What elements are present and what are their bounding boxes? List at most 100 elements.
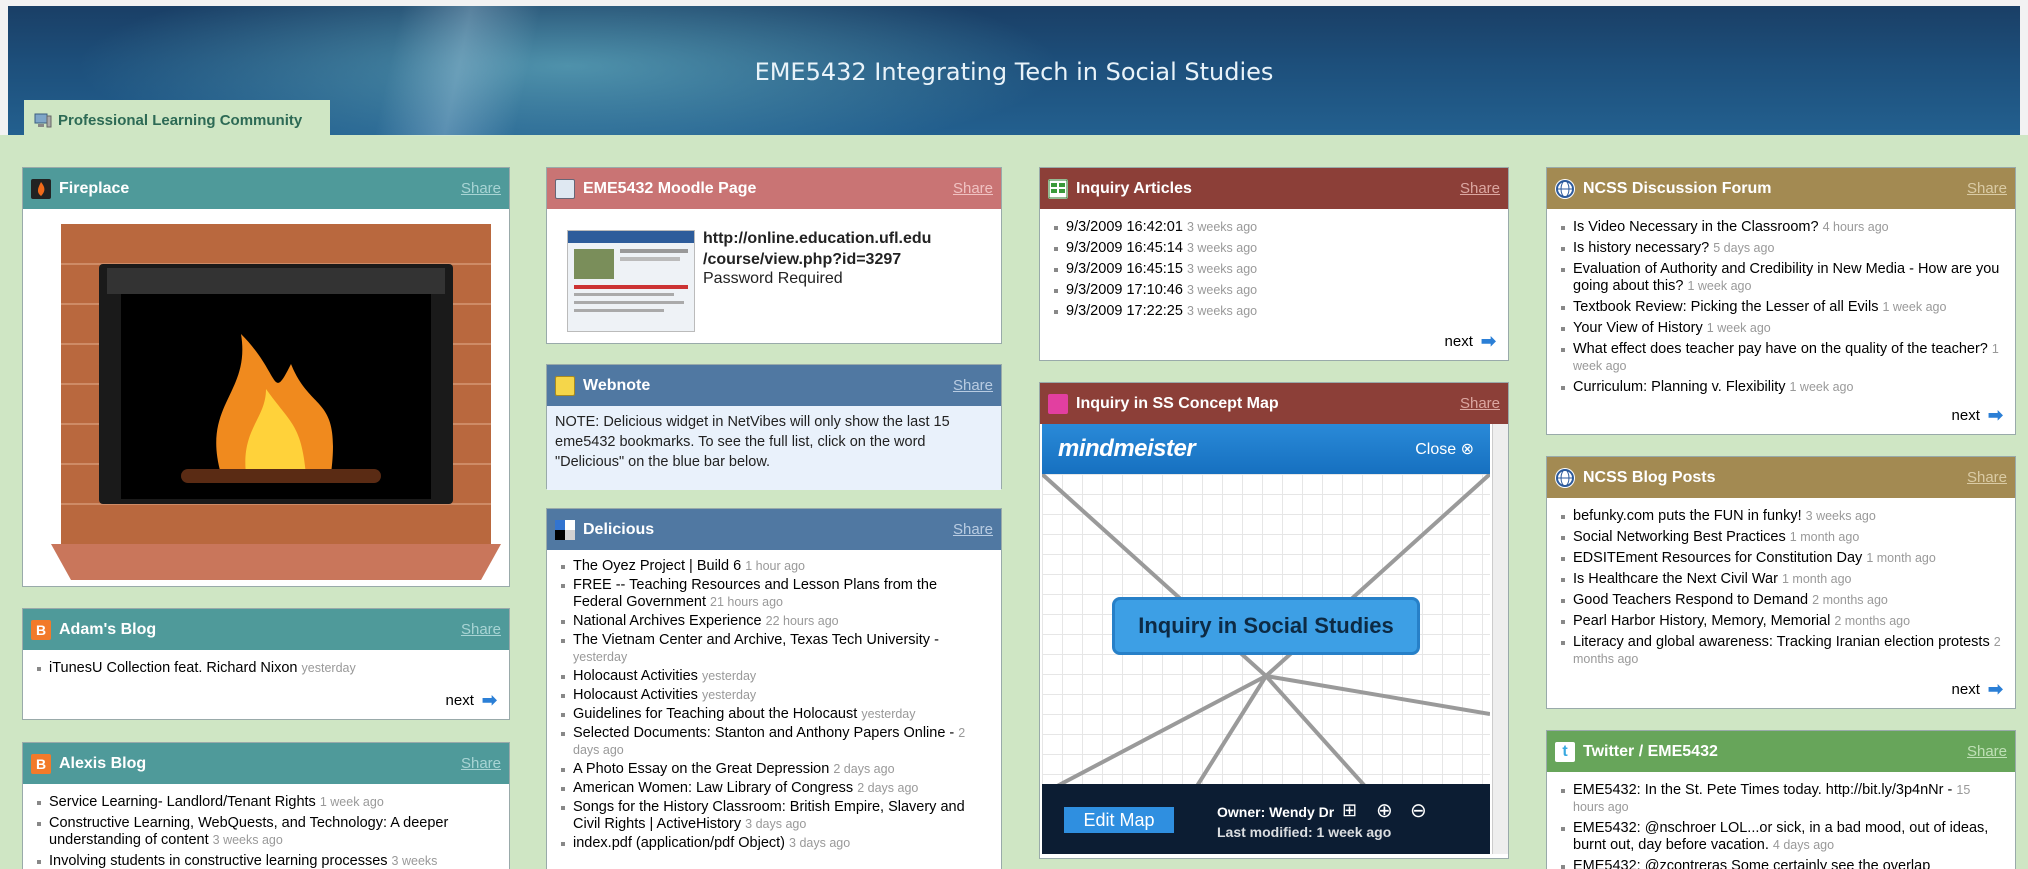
- widget-title: Alexis Blog: [59, 754, 147, 772]
- share-link[interactable]: Share: [1967, 743, 2007, 760]
- list-item[interactable]: 9/3/2009 16:42:01 3 weeks ago: [1054, 219, 1494, 236]
- close-button[interactable]: Close ⊗: [1415, 439, 1474, 459]
- list-item[interactable]: 9/3/2009 16:45:14 3 weeks ago: [1054, 240, 1494, 257]
- vertical-scrollbar[interactable]: [1492, 424, 1508, 854]
- zoom-out-icon[interactable]: ⊖: [1410, 798, 1427, 823]
- map-root-node[interactable]: Inquiry in Social Studies: [1112, 597, 1420, 655]
- list-item[interactable]: Is Healthcare the Next Civil War 1 month…: [1561, 571, 2001, 588]
- mindmeister-toolbar: mindmeister Close ⊗: [1042, 424, 1490, 474]
- next-button[interactable]: next ➡: [1952, 405, 2003, 426]
- widget-title: EME5432 Moodle Page: [583, 179, 757, 197]
- share-link[interactable]: Share: [953, 180, 993, 197]
- fit-screen-icon[interactable]: ⊞: [1342, 800, 1357, 821]
- blogger-icon: B: [31, 619, 51, 640]
- last-modified-label: Last modified: 1 week ago: [1217, 824, 1392, 840]
- webnote-text[interactable]: NOTE: Delicious widget in NetVibes will …: [547, 406, 1001, 490]
- widget-header: NCSS Discussion Forum Share: [1547, 168, 2015, 209]
- list-item[interactable]: Pearl Harbor History, Memory, Memorial 2…: [1561, 613, 2001, 630]
- share-link[interactable]: Share: [461, 621, 501, 638]
- list-item[interactable]: Literacy and global awareness: Tracking …: [1561, 634, 2001, 668]
- list-item[interactable]: Evaluation of Authority and Credibility …: [1561, 261, 2001, 295]
- widget-header: Inquiry in SS Concept Map Share: [1040, 383, 1508, 424]
- share-link[interactable]: Share: [1967, 469, 2007, 486]
- widget-header: EME5432 Moodle Page Share: [547, 168, 1001, 209]
- list-item[interactable]: Holocaust Activities yesterday: [561, 687, 987, 704]
- list-item[interactable]: Songs for the History Classroom: British…: [561, 799, 987, 833]
- ncss-blog-widget: NCSS Blog Posts Share befunky.com puts t…: [1546, 456, 2016, 709]
- list-item[interactable]: The Oyez Project | Build 6 1 hour ago: [561, 558, 987, 575]
- share-link[interactable]: Share: [1460, 180, 1500, 197]
- map-canvas[interactable]: Inquiry in Social Studies: [1042, 474, 1490, 794]
- widget-header: B Adam's Blog Share: [23, 609, 509, 650]
- delicious-widget: Delicious Share The Oyez Project | Build…: [546, 508, 1002, 869]
- widget-title: Twitter / EME5432: [1583, 742, 1718, 760]
- zoom-in-icon[interactable]: ⊕: [1376, 798, 1393, 823]
- share-link[interactable]: Share: [461, 755, 501, 772]
- list-item[interactable]: FREE -- Teaching Resources and Lesson Pl…: [561, 577, 987, 611]
- webpage-icon: [555, 178, 575, 199]
- list-item[interactable]: A Photo Essay on the Great Depression 2 …: [561, 761, 987, 778]
- share-link[interactable]: Share: [1460, 395, 1500, 412]
- list-item[interactable]: 9/3/2009 16:45:15 3 weeks ago: [1054, 261, 1494, 278]
- inquiry-articles-widget: Inquiry Articles Share 9/3/2009 16:42:01…: [1039, 167, 1509, 361]
- mindmeister-logo: mindmeister: [1058, 435, 1196, 462]
- list-item[interactable]: befunky.com puts the FUN in funky! 3 wee…: [1561, 508, 2001, 525]
- list-item[interactable]: Social Networking Best Practices 1 month…: [1561, 529, 2001, 546]
- share-link[interactable]: Share: [1967, 180, 2007, 197]
- list-item[interactable]: iTunesU Collection feat. Richard Nixon y…: [37, 660, 495, 677]
- list-item[interactable]: Holocaust Activities yesterday: [561, 668, 987, 685]
- list-item[interactable]: Is history necessary? 5 days ago: [1561, 240, 2001, 257]
- list-item[interactable]: Involving students in constructive learn…: [37, 853, 495, 869]
- list-item[interactable]: 9/3/2009 17:10:46 3 weeks ago: [1054, 282, 1494, 299]
- widget-header: Inquiry Articles Share: [1040, 168, 1508, 209]
- list-item[interactable]: Constructive Learning, WebQuests, and Te…: [37, 815, 495, 849]
- list-item[interactable]: Good Teachers Respond to Demand 2 months…: [1561, 592, 2001, 609]
- list-item[interactable]: EDSITEment Resources for Constitution Da…: [1561, 550, 2001, 567]
- list-item[interactable]: Is Video Necessary in the Classroom? 4 h…: [1561, 219, 2001, 236]
- list-item[interactable]: Textbook Review: Picking the Lesser of a…: [1561, 299, 2001, 316]
- list-item[interactable]: What effect does teacher pay have on the…: [1561, 341, 2001, 375]
- password-note: Password Required: [703, 270, 843, 287]
- list-item[interactable]: EME5432: @nschroer LOL...or sick, in a b…: [1561, 820, 2001, 854]
- widget-title: Delicious: [583, 520, 655, 538]
- twitter-icon: t: [1555, 741, 1575, 762]
- mindmeister-embed[interactable]: mindmeister Close ⊗ Inquiry in Social St…: [1042, 424, 1490, 854]
- widget-title: Webnote: [583, 376, 651, 394]
- fireplace-image: [51, 224, 501, 580]
- list-item[interactable]: National Archives Experience 22 hours ag…: [561, 613, 987, 630]
- list-item[interactable]: EME5432: In the St. Pete Times today. ht…: [1561, 782, 2001, 816]
- list-item[interactable]: Selected Documents: Stanton and Anthony …: [561, 725, 987, 759]
- share-link[interactable]: Share: [953, 521, 993, 538]
- tab-label: Professional Learning Community: [58, 112, 303, 129]
- next-button[interactable]: next ➡: [446, 690, 497, 711]
- moodle-link[interactable]: http://online.education.ufl.edu/course/v…: [703, 228, 931, 270]
- delicious-icon: [555, 519, 575, 540]
- list-item[interactable]: 9/3/2009 17:22:25 3 weeks ago: [1054, 303, 1494, 320]
- list-item[interactable]: Curriculum: Planning v. Flexibility 1 we…: [1561, 379, 2001, 396]
- share-link[interactable]: Share: [953, 377, 993, 394]
- site-title: EME5432 Integrating Tech in Social Studi…: [754, 58, 1274, 86]
- list-item[interactable]: EME5432: @zcontreras Some certainly see …: [1561, 858, 2001, 869]
- list-item[interactable]: Your View of History 1 week ago: [1561, 320, 2001, 337]
- list-item[interactable]: index.pdf (application/pdf Object) 3 day…: [561, 835, 987, 852]
- widget-header: B Alexis Blog Share: [23, 743, 509, 784]
- widget-title: Adam's Blog: [59, 620, 157, 638]
- list-item[interactable]: American Women: Law Library of Congress …: [561, 780, 987, 797]
- list-item[interactable]: The Vietnam Center and Archive, Texas Te…: [561, 632, 987, 666]
- edit-map-button[interactable]: Edit Map: [1064, 807, 1174, 833]
- blogger-icon: B: [31, 753, 51, 774]
- tab-professional-learning-community[interactable]: Professional Learning Community: [24, 100, 330, 141]
- webnote-widget: Webnote Share NOTE: Delicious widget in …: [546, 364, 1002, 490]
- moodle-thumbnail[interactable]: [567, 230, 695, 332]
- fireplace-widget: Fireplace Share: [22, 167, 510, 587]
- widget-title: NCSS Blog Posts: [1583, 468, 1716, 486]
- list-item[interactable]: Service Learning- Landlord/Tenant Rights…: [37, 794, 495, 811]
- mindmeister-footer: Edit Map Owner: Wendy Dr Last modified: …: [1042, 784, 1490, 854]
- alexis-blog-widget: B Alexis Blog Share Service Learning- La…: [22, 742, 510, 869]
- arrow-right-icon: ➡: [481, 690, 497, 710]
- widget-title: NCSS Discussion Forum: [1583, 179, 1772, 197]
- next-button[interactable]: next ➡: [1445, 331, 1496, 352]
- share-link[interactable]: Share: [461, 180, 501, 197]
- list-item[interactable]: Guidelines for Teaching about the Holoca…: [561, 706, 987, 723]
- next-button[interactable]: next ➡: [1952, 679, 2003, 700]
